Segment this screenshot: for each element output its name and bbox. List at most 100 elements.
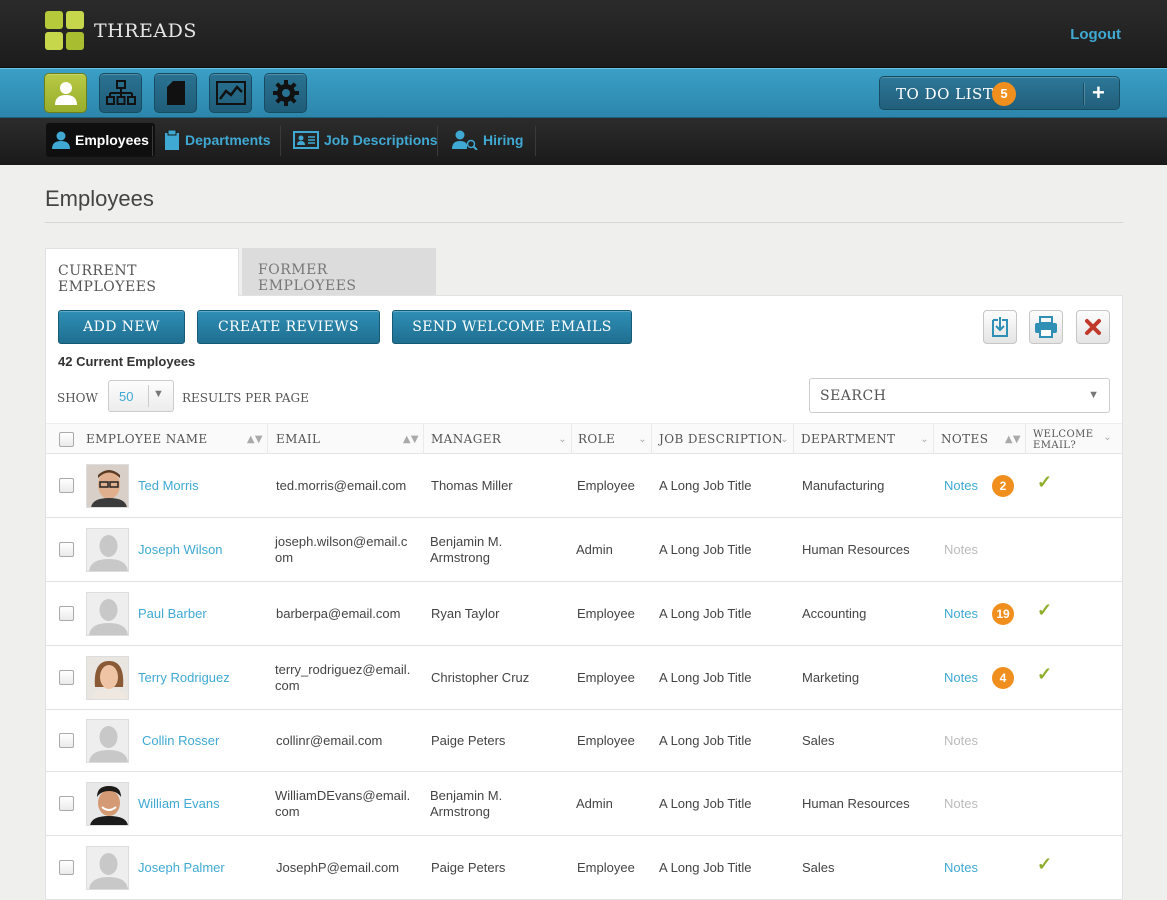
role-cell: Admin [576,796,613,811]
results-per-page-select[interactable]: 50 ▼ [108,380,174,412]
department-cell: Human Resources [802,542,910,557]
module-reports-button[interactable] [209,73,252,113]
subnav-divider [280,126,281,156]
column-welcome-email[interactable]: WELCOME EMAIL? ⌄ [1026,424,1116,455]
row-checkbox[interactable] [59,796,74,811]
notes-link[interactable]: Notes [944,796,978,812]
role-cell: Employee [577,860,635,875]
table-row: William Evans WilliamDEvans@email. com Benj… [46,772,1122,836]
subnav-hiring[interactable]: Hiring [446,123,529,157]
tab-former-employees[interactable]: FORMER EMPLOYEES [242,248,436,296]
avatar [86,464,129,508]
person-icon [52,131,70,149]
manager-cell: Paige Peters [431,733,506,748]
brand-name: THREADS [94,20,197,42]
role-cell: Employee [577,670,635,685]
subnav-departments[interactable]: Departments [158,123,277,157]
employee-name-link[interactable]: Joseph Palmer [138,860,225,876]
todo-count-badge: 5 [992,82,1016,106]
role-cell: Employee [577,733,635,748]
export-button[interactable] [983,310,1017,344]
avatar [86,846,129,890]
module-org-chart-button[interactable] [99,73,142,113]
notes-link[interactable]: Notes [944,733,978,749]
chevron-down-icon: ⌄ [920,434,929,445]
department-cell: Accounting [802,606,867,621]
select-all-checkbox[interactable] [59,432,74,447]
row-checkbox[interactable] [59,478,74,493]
add-new-button[interactable]: ADD NEW [58,310,185,344]
job-description-cell: A Long Job Title [659,606,752,621]
clipboard-icon [165,130,179,150]
email-line: joseph.wilson@email.c [275,534,408,549]
column-label: JOB DESCRIPTION [659,432,783,446]
tab-current-employees[interactable]: CURRENT EMPLOYEES [45,248,239,296]
department-cell: Manufacturing [802,478,885,493]
sort-icon: ▲▼ [246,434,263,445]
notes-link[interactable]: Notes [944,670,978,686]
search-placeholder: SEARCH [820,388,887,404]
column-job-description[interactable]: JOB DESCRIPTION ⌄ [652,424,794,455]
logout-link[interactable]: Logout [1070,26,1121,43]
todo-divider [1083,83,1084,105]
checkmark-icon: ✓ [1037,600,1053,620]
email-line: com [275,804,300,819]
select-divider [148,385,149,407]
manager-cell: Thomas Miller [431,478,513,493]
job-description-cell: A Long Job Title [659,478,752,493]
create-reviews-button[interactable]: CREATE REVIEWS [197,310,380,344]
module-toolbar: TO DO LIST 5 + [0,68,1167,118]
checkmark-icon: ✓ [1037,854,1053,874]
print-button[interactable] [1029,310,1063,344]
row-checkbox[interactable] [59,606,74,621]
employee-name-link[interactable]: Paul Barber [138,606,207,622]
manager-cell: Benjamin M. Armstrong [430,534,502,566]
gear-icon [272,80,299,106]
column-role[interactable]: ROLE ⌄ [572,424,652,455]
employee-name-link[interactable]: Collin Rosser [142,733,219,749]
row-checkbox[interactable] [59,860,74,875]
column-employee-name[interactable]: EMPLOYEE NAME ▲▼ [82,424,268,455]
search-input[interactable]: SEARCH ▼ [809,378,1110,413]
column-notes[interactable]: NOTES ▲▼ [934,424,1026,455]
show-label: SHOW [57,391,98,405]
email-cell: barberpa@email.com [276,606,401,621]
notes-link[interactable]: Notes [944,542,978,558]
table-row: Terry Rodriguez terry_rodriguez@email. com… [46,646,1122,710]
avatar [86,719,129,763]
column-email[interactable]: EMAIL ▲▼ [268,424,424,455]
row-checkbox[interactable] [59,670,74,685]
manager-cell: Christopher Cruz [431,670,530,685]
employee-name-link[interactable]: William Evans [138,796,220,812]
delete-button[interactable] [1076,310,1110,344]
employee-name-link[interactable]: Ted Morris [138,478,199,494]
notes-link[interactable]: Notes [944,606,978,622]
employee-name-link[interactable]: Terry Rodriguez [138,670,230,686]
row-checkbox[interactable] [59,733,74,748]
add-todo-plus-icon[interactable]: + [1092,82,1105,104]
module-documents-button[interactable] [154,73,197,113]
subnav-employees[interactable]: Employees [46,123,155,157]
notes-link[interactable]: Notes [944,860,978,876]
todo-list-button[interactable]: TO DO LIST 5 + [879,76,1120,110]
chevron-down-icon: ⌄ [780,434,789,445]
department-cell: Marketing [802,670,860,685]
column-label: DEPARTMENT [801,432,896,446]
sort-icon: ▲▼ [402,434,419,445]
subnav-divider [152,126,153,156]
row-checkbox[interactable] [59,542,74,557]
column-department[interactable]: DEPARTMENT ⌄ [794,424,934,455]
subnav-job-descriptions[interactable]: Job Descriptions [287,123,444,157]
notes-link[interactable]: Notes [944,478,978,494]
module-employees-button[interactable] [44,73,87,113]
table-row: Collin Rosser collinr@email.com Paige Pete… [46,710,1122,772]
role-cell: Employee [577,478,635,493]
close-icon [1085,319,1101,335]
module-settings-button[interactable] [264,73,307,113]
sub-navigation: Employees Departments Job Descriptions H… [0,118,1167,165]
send-welcome-emails-button[interactable]: SEND WELCOME EMAILS [392,310,632,344]
employee-name-link[interactable]: Joseph Wilson [138,542,223,558]
table-row: Paul Barber barberpa@email.com Ryan Taylor… [46,582,1122,646]
email-line: WilliamDEvans@email. [275,788,411,803]
column-manager[interactable]: MANAGER ⌄ [424,424,572,455]
